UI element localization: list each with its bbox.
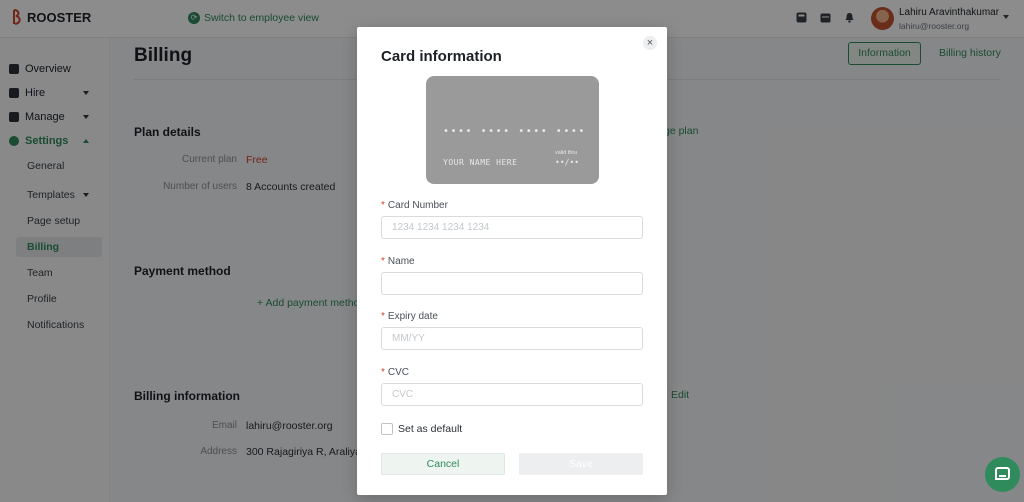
required-mark: * [381,311,385,322]
card-preview-name: YOUR NAME HERE [443,158,518,167]
save-button[interactable]: Save [519,453,643,475]
close-icon[interactable]: × [643,36,657,50]
card-preview-expiry: ••/•• [555,158,580,167]
modal-title: Card information [381,48,502,65]
name-label: * Name [381,256,415,267]
card-preview-number: •••• •••• •••• •••• [443,126,586,137]
expiry-date-input[interactable] [381,327,643,350]
card-preview-valid-thru: valid thru [555,150,578,156]
chat-launcher-button[interactable] [985,457,1020,492]
card-number-label: * Card Number [381,200,448,211]
card-information-modal: Card information × •••• •••• •••• •••• Y… [357,27,667,495]
cancel-button[interactable]: Cancel [381,453,505,475]
required-mark: * [381,367,385,378]
set-as-default-label[interactable]: Set as default [398,423,462,435]
expiry-label-text: Expiry date [387,311,438,322]
expiry-label: * Expiry date [381,311,438,322]
cvc-label-text: CVC [387,367,410,378]
required-mark: * [381,200,385,211]
name-label-text: Name [387,256,415,267]
card-number-label-text: Card Number [387,200,448,211]
card-preview: •••• •••• •••• •••• YOUR NAME HERE valid… [426,76,599,184]
name-input[interactable] [381,272,643,295]
chat-icon [995,467,1010,480]
cvc-label: * CVC [381,367,409,378]
card-number-input[interactable] [381,216,643,239]
required-mark: * [381,256,385,267]
cvc-input[interactable] [381,383,643,406]
set-as-default-checkbox[interactable] [381,423,393,435]
